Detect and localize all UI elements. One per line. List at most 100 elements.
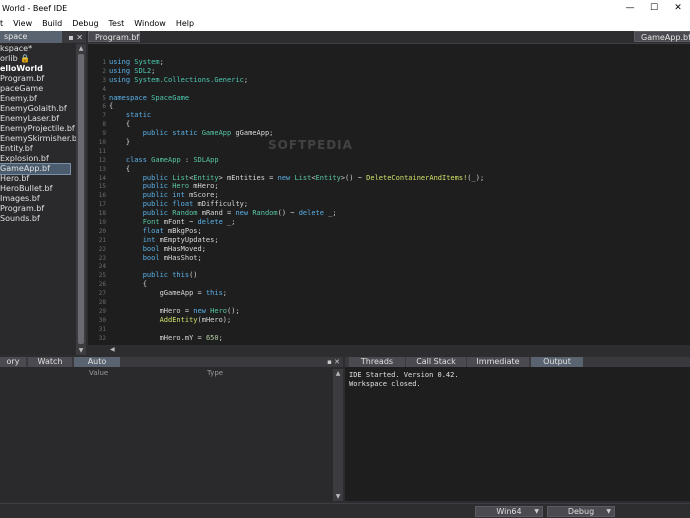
code-line[interactable]: 5 namespace SpaceGame bbox=[92, 94, 484, 103]
code-line[interactable]: 30 AddEntity(mHero); bbox=[92, 316, 484, 325]
variables-scrollbar[interactable]: ▲ ▼ bbox=[333, 369, 343, 501]
tab-threads[interactable]: Threads bbox=[349, 357, 405, 367]
menu-view[interactable]: View bbox=[8, 17, 37, 31]
editor-horizontal-scrollbar[interactable]: ◀ bbox=[88, 345, 690, 355]
tab-output[interactable]: Output bbox=[531, 357, 583, 367]
tree-item[interactable]: Images.bf bbox=[0, 194, 74, 204]
code-line[interactable]: 29 mHero = new Hero(); bbox=[92, 307, 484, 316]
tree-item[interactable]: Explosion.bf bbox=[0, 154, 74, 164]
tree-item[interactable]: Hero.bf bbox=[0, 174, 74, 184]
close-icon[interactable]: ✕ bbox=[666, 0, 690, 17]
code-line[interactable]: 1 using System; bbox=[92, 58, 484, 67]
chevron-down-icon: ▼ bbox=[534, 508, 539, 515]
tab-call-stack[interactable]: Call Stack bbox=[406, 357, 466, 367]
code-line[interactable]: 31 bbox=[92, 325, 484, 334]
tree-item[interactable]: Program.bf bbox=[0, 74, 74, 84]
code-token: int bbox=[109, 235, 160, 244]
scroll-left-icon[interactable]: ◀ bbox=[110, 345, 115, 355]
tree-item[interactable]: Program.bf bbox=[0, 204, 74, 214]
code-line[interactable]: 4 bbox=[92, 85, 484, 94]
menu-edit-partial[interactable]: t bbox=[0, 17, 8, 31]
tree-item[interactable]: EnemyLaser.bf bbox=[0, 114, 74, 124]
panel-tools-icon[interactable]: ▪ ✕ bbox=[68, 33, 86, 42]
tree-item[interactable]: Enemy.bf bbox=[0, 94, 74, 104]
tab-auto[interactable]: Auto bbox=[74, 357, 120, 367]
tree-item[interactable]: Entity.bf bbox=[0, 144, 74, 154]
workspace-scrollbar[interactable]: ▲ ▼ bbox=[76, 44, 86, 355]
output-log[interactable]: IDE Started. Version 0.42. Workspace clo… bbox=[349, 371, 459, 389]
code-line[interactable]: 20 float mBkgPos; bbox=[92, 227, 484, 236]
maximize-icon[interactable]: ☐ bbox=[642, 0, 666, 17]
minimize-icon[interactable]: — bbox=[618, 0, 642, 17]
window-title: World - Beef IDE bbox=[2, 4, 68, 13]
code-token: this bbox=[205, 289, 223, 298]
code-token: delete bbox=[298, 209, 329, 218]
code-line[interactable]: 15 public Hero mHero; bbox=[92, 182, 484, 191]
watermark-text: SOFTPEDIA bbox=[268, 138, 353, 152]
code-line[interactable]: 24 bbox=[92, 262, 484, 271]
tab-workspace[interactable]: space bbox=[0, 31, 62, 43]
code-line[interactable]: 19 Font mFont ~ delete _; bbox=[92, 218, 484, 227]
code-line[interactable]: 14 public List<Entity> mEntities = new L… bbox=[92, 174, 484, 183]
code-line[interactable]: 17 public float mDifficulty; bbox=[92, 200, 484, 209]
scroll-down-icon[interactable]: ▼ bbox=[76, 346, 86, 355]
tab-memory[interactable]: ory bbox=[0, 357, 26, 367]
menu-help[interactable]: Help bbox=[171, 17, 199, 31]
workspace-header: space ▪ ✕ bbox=[0, 31, 86, 43]
scroll-down-icon[interactable]: ▼ bbox=[333, 492, 343, 501]
output-line: IDE Started. Version 0.42. bbox=[349, 371, 459, 379]
menu-window[interactable]: Window bbox=[129, 17, 171, 31]
scroll-up-icon[interactable]: ▲ bbox=[76, 44, 86, 53]
scroll-thumb[interactable] bbox=[78, 54, 84, 344]
code-line[interactable]: 13 { bbox=[92, 165, 484, 174]
tab-immediate[interactable]: Immediate bbox=[467, 357, 529, 367]
tree-item[interactable]: paceGame bbox=[0, 84, 74, 94]
config-select[interactable]: Debug ▼ bbox=[547, 506, 615, 517]
menu-test[interactable]: Test bbox=[104, 17, 130, 31]
tree-item[interactable]: kspace* bbox=[0, 44, 74, 54]
column-type[interactable]: Type bbox=[207, 369, 223, 378]
code-token: Random bbox=[172, 209, 202, 218]
code-token: Hero bbox=[210, 306, 228, 315]
code-line[interactable]: 27 gGameApp = this; bbox=[92, 289, 484, 298]
code-line[interactable]: 32 mHero.mY = 650; bbox=[92, 334, 484, 343]
code-line[interactable]: 23 bool mHasShot; bbox=[92, 254, 484, 263]
tree-item[interactable]: orlib 🔒 bbox=[0, 54, 74, 64]
code-lines[interactable]: 1 using System; 2 using SDL2; 3 using System.… bbox=[92, 58, 484, 343]
code-line[interactable]: 7 static bbox=[92, 111, 484, 120]
menu-debug[interactable]: Debug bbox=[67, 17, 103, 31]
tree-item[interactable]: GameApp.bf bbox=[0, 163, 71, 175]
tree-item[interactable]: elloWorld bbox=[0, 64, 74, 74]
code-line[interactable]: 18 public Random mRand = new Random() ~ … bbox=[92, 209, 484, 218]
code-line[interactable]: 6{ bbox=[92, 102, 484, 111]
platform-select[interactable]: Win64 ▼ bbox=[475, 506, 543, 517]
code-line[interactable]: 25 public this() bbox=[92, 271, 484, 280]
tree-item[interactable]: Sounds.bf bbox=[0, 214, 74, 224]
code-line[interactable]: 3 using System.Collections.Generic; bbox=[92, 76, 484, 85]
code-line[interactable]: 2 using SDL2; bbox=[92, 67, 484, 76]
panel-tools-icon[interactable]: ▪ ✕ bbox=[327, 357, 340, 367]
code-token: AddEntity bbox=[109, 315, 198, 324]
code-editor[interactable]: 1 using System; 2 using SDL2; 3 using System.… bbox=[88, 43, 690, 345]
tree-item[interactable]: EnemyProjectile.bf bbox=[0, 124, 75, 134]
code-line[interactable]: 21 int mEmptyUpdates; bbox=[92, 236, 484, 245]
tab-gameapp-bf[interactable]: GameApp.bf bbox=[634, 31, 690, 42]
scroll-up-icon[interactable]: ▲ bbox=[333, 369, 343, 378]
tab-watch[interactable]: Watch bbox=[28, 357, 72, 367]
tab-program-bf[interactable]: Program.bf bbox=[88, 31, 140, 42]
code-token: } bbox=[109, 138, 131, 147]
code-line[interactable]: 26 { bbox=[92, 280, 484, 289]
code-line[interactable]: 22 bool mHasMoved; bbox=[92, 245, 484, 254]
code-token: using bbox=[109, 58, 135, 66]
tree-item[interactable]: HeroBullet.bf bbox=[0, 184, 74, 194]
tree-item[interactable]: EnemyGolaith.bf bbox=[0, 104, 74, 114]
code-line[interactable]: 9 public static GameApp gGameApp; bbox=[92, 129, 484, 138]
column-value[interactable]: Value bbox=[89, 369, 108, 378]
code-token: mHero.mY = bbox=[109, 333, 206, 342]
code-line[interactable]: 12 class GameApp : SDLApp bbox=[92, 156, 484, 165]
code-line[interactable]: 8 { bbox=[92, 120, 484, 129]
code-line[interactable]: 16 public int mScore; bbox=[92, 191, 484, 200]
menu-build[interactable]: Build bbox=[37, 17, 67, 31]
tree-item[interactable]: EnemySkirmisher.bf bbox=[0, 134, 80, 144]
code-line[interactable]: 28 bbox=[92, 298, 484, 307]
